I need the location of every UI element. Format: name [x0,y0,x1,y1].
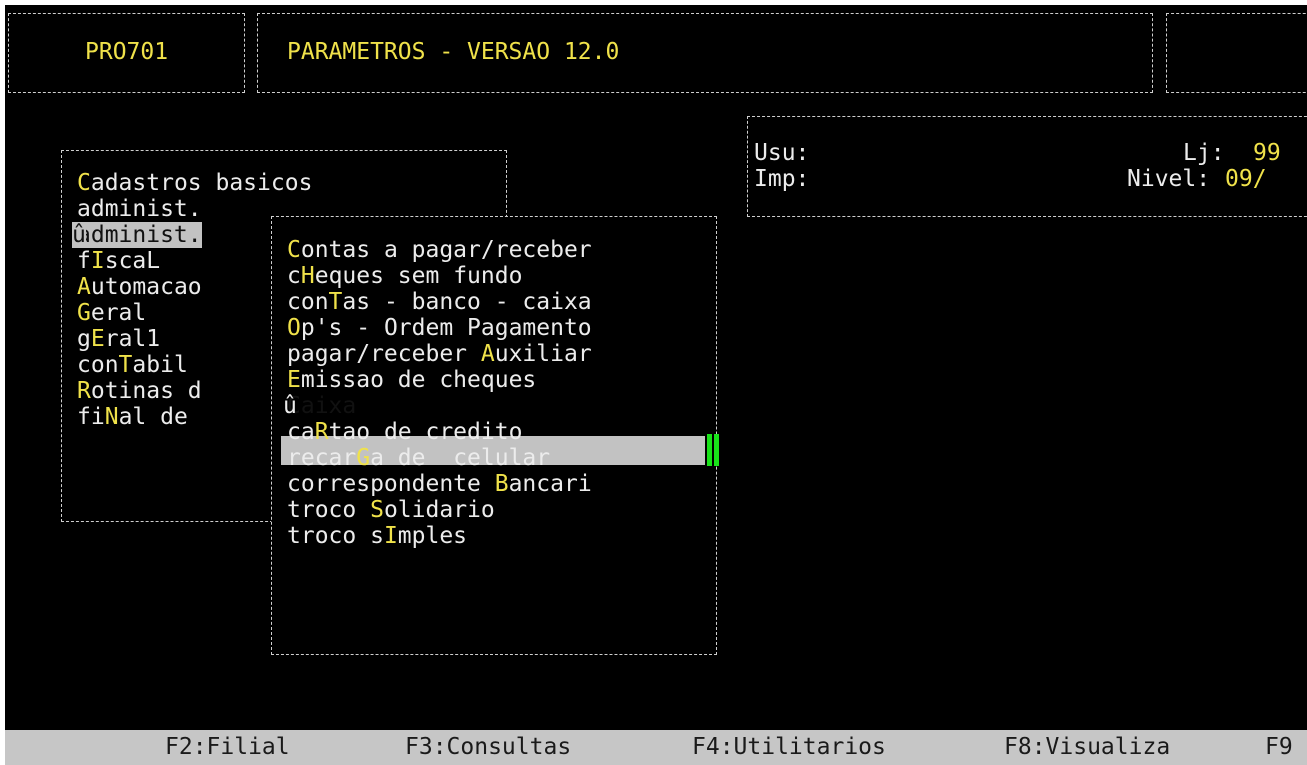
info-panel [747,116,1307,217]
menu-item-hotkey: O [287,315,301,341]
menu-item-text: g [77,326,91,352]
menu-item-text: ancari [508,471,592,497]
menu-item-text: troco [287,497,371,523]
menu-item-hotkey: E [90,326,105,352]
menu-item-hotkey: A [480,341,495,367]
menu-item-text: f [77,248,91,274]
menu-item-text: Caixa [287,393,357,419]
menu-item-text: a de celular [370,445,551,471]
terminal-screen: PRO701 PARAMETROS - VERSAO 12.0 Usu: Imp… [5,5,1307,765]
main-menu-item[interactable]: Automacao [77,274,202,300]
menu-item-text: troco s [287,523,384,549]
right-header-box [1166,13,1307,93]
menu-item-hotkey: R [314,419,329,445]
function-key-bar: F2:Filial F3:Consultas F4:Utilitarios F8:Vi… [5,730,1307,765]
submenu-item[interactable]: Op's - Ordem Pagamento [287,315,592,341]
menu-item-text: adastros basicos [90,170,313,196]
menu-item-text: as - banco - caixa [342,289,592,315]
function-key[interactable]: F4:Utilitarios [692,730,886,765]
submenu-item[interactable]: pagar/receber Auxiliar [287,341,592,367]
submenu-item[interactable]: recarGa de celular [287,445,550,471]
menu-item-hotkey: T [328,289,343,315]
submenu-item[interactable]: troco sImples [287,523,467,549]
menu-item-text: recar [287,445,357,471]
menu-item-text: con [287,289,329,315]
menu-item-hotkey: N [104,404,119,430]
menu-item-text: c [287,263,301,289]
menu-item-text: eques sem fundo [314,263,523,289]
menu-item-hotkey: G [77,300,91,326]
submenu-item[interactable]: conTas - banco - caixa [287,289,592,315]
main-menu-item[interactable]: fiNal de [77,404,188,430]
menu-item-text: abil [132,352,188,378]
main-menu-item[interactable]: gEral1 [77,326,160,352]
menu-item-text: correspondente [287,471,495,497]
menu-item-text: otinas d [90,378,202,404]
submenu-item[interactable]: troco Solidario [287,497,495,523]
level-label: Nivel: [1127,166,1211,192]
menu-item-hotkey: T [118,352,133,378]
submenu-item[interactable]: Contas a pagar/receber [287,237,592,263]
menu-item-text: uxiliar [494,341,592,367]
menu-item-text: con [77,352,119,378]
submenu-item[interactable]: cHeques sem fundo [287,263,522,289]
menu-item-text: administ. [77,222,202,248]
menu-item-text: pagar/receber [287,341,481,367]
printer-label: Imp: [754,166,810,192]
store-value: 99 [1253,140,1281,166]
menu-item-text: ral1 [104,326,161,352]
function-key[interactable]: F9 [1265,730,1293,765]
selection-marker: û [72,222,86,248]
main-menu-item[interactable]: administ. [77,222,202,248]
menu-item-text: missao de cheques [300,367,537,393]
main-menu-item[interactable]: Cadastros basicos [77,170,312,196]
function-key[interactable]: F3:Consultas [405,730,571,765]
selection-marker: û [283,393,297,419]
menu-item-text: fi [77,404,105,430]
menu-item-hotkey: C [77,170,91,196]
menu-item-text: eral [90,300,147,326]
submenu-item[interactable]: caRtao de credito [287,419,522,445]
menu-item-text: utomacao [90,274,202,300]
menu-item-text: p's - Ordem Pagamento [300,315,592,341]
function-key[interactable]: F2:Filial [165,730,290,765]
menu-item-text: ontas a pagar/receber [300,237,592,263]
menu-item-text: scaL [104,248,161,274]
menu-item-hotkey: I [90,248,105,274]
menu-item-hotkey: B [494,471,509,497]
menu-item-text: ca [287,419,315,445]
text-cursor [707,434,719,466]
user-label: Usu: [754,140,810,166]
menu-item-hotkey: G [356,445,371,471]
main-menu-item[interactable]: Rotinas d [77,378,202,404]
menu-item-hotkey: R [77,378,91,404]
menu-item-text: olidario [383,497,495,523]
menu-item-hotkey: H [300,263,315,289]
store-label: Lj: [1183,140,1225,166]
menu-item-text: administ. [77,196,202,222]
program-code: PRO701 [85,39,169,65]
menu-item-hotkey: S [370,497,384,523]
menu-item-hotkey: E [287,367,301,393]
menu-item-hotkey: A [77,274,91,300]
menu-item-text: mples [397,523,468,549]
submenu-item[interactable]: correspondente Bancari [287,471,592,497]
main-menu-item[interactable]: administ. [77,196,202,222]
main-menu-item[interactable]: fIscaL [77,248,160,274]
page-title: PARAMETROS - VERSAO 12.0 [287,39,620,65]
level-value: 09/ [1225,166,1267,192]
submenu-item[interactable]: Caixa [287,393,356,419]
function-key[interactable]: F8:Visualiza [1004,730,1170,765]
menu-item-text: al de [118,404,188,430]
menu-item-hotkey: I [383,523,398,549]
submenu-item[interactable]: Emissao de cheques [287,367,536,393]
menu-item-text: tao de credito [328,419,523,445]
main-menu-item[interactable]: Geral [77,300,146,326]
main-menu-item[interactable]: conTabil [77,352,188,378]
menu-item-hotkey: C [287,237,301,263]
